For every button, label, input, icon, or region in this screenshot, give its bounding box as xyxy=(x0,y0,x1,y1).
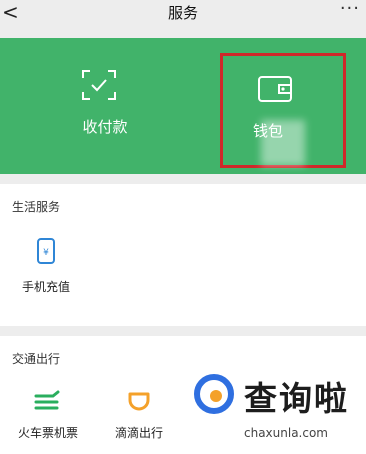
phone-recharge-icon: ¥ xyxy=(37,238,55,264)
watermark-circle-icon xyxy=(194,374,234,414)
train-ticket-icon xyxy=(34,390,60,410)
more-options-icon[interactable]: ··· xyxy=(340,0,360,19)
watermark-brand-cn: 查询啦 xyxy=(244,379,349,418)
page-title: 服务 xyxy=(167,4,198,22)
pay-receive-label: 收付款 xyxy=(82,118,128,136)
wallet-button[interactable]: 钱包 xyxy=(220,53,346,168)
life-services-card: 生活服务 ¥ 手机充值 xyxy=(0,184,366,326)
section-title-life-services: 生活服务 xyxy=(12,200,61,214)
train-ticket-item[interactable]: 火车票机票 xyxy=(8,390,88,441)
wallet-label: 钱包 xyxy=(253,120,305,166)
blur-mask xyxy=(261,120,305,166)
section-title-transport: 交通出行 xyxy=(12,352,61,366)
svg-text:¥: ¥ xyxy=(43,248,49,258)
phone-recharge-label: 手机充值 xyxy=(21,280,70,294)
wallet-icon xyxy=(258,76,292,102)
scan-check-icon xyxy=(82,70,116,100)
watermark-brand-en: chaxunla.com xyxy=(244,426,328,440)
wallet-panel: 收付款 钱包 xyxy=(0,38,366,174)
phone-recharge-item[interactable]: ¥ 手机充值 xyxy=(14,238,78,295)
top-bar: < 服务 ··· xyxy=(0,0,366,30)
didi-label: 滴滴出行 xyxy=(114,426,163,440)
didi-item[interactable]: 滴滴出行 xyxy=(104,390,174,441)
train-ticket-label: 火车票机票 xyxy=(17,426,78,440)
didi-icon xyxy=(128,392,150,411)
watermark-logo: 查询啦 chaxunla.com xyxy=(194,372,364,454)
pay-receive-button[interactable]: 收付款 xyxy=(40,60,170,150)
